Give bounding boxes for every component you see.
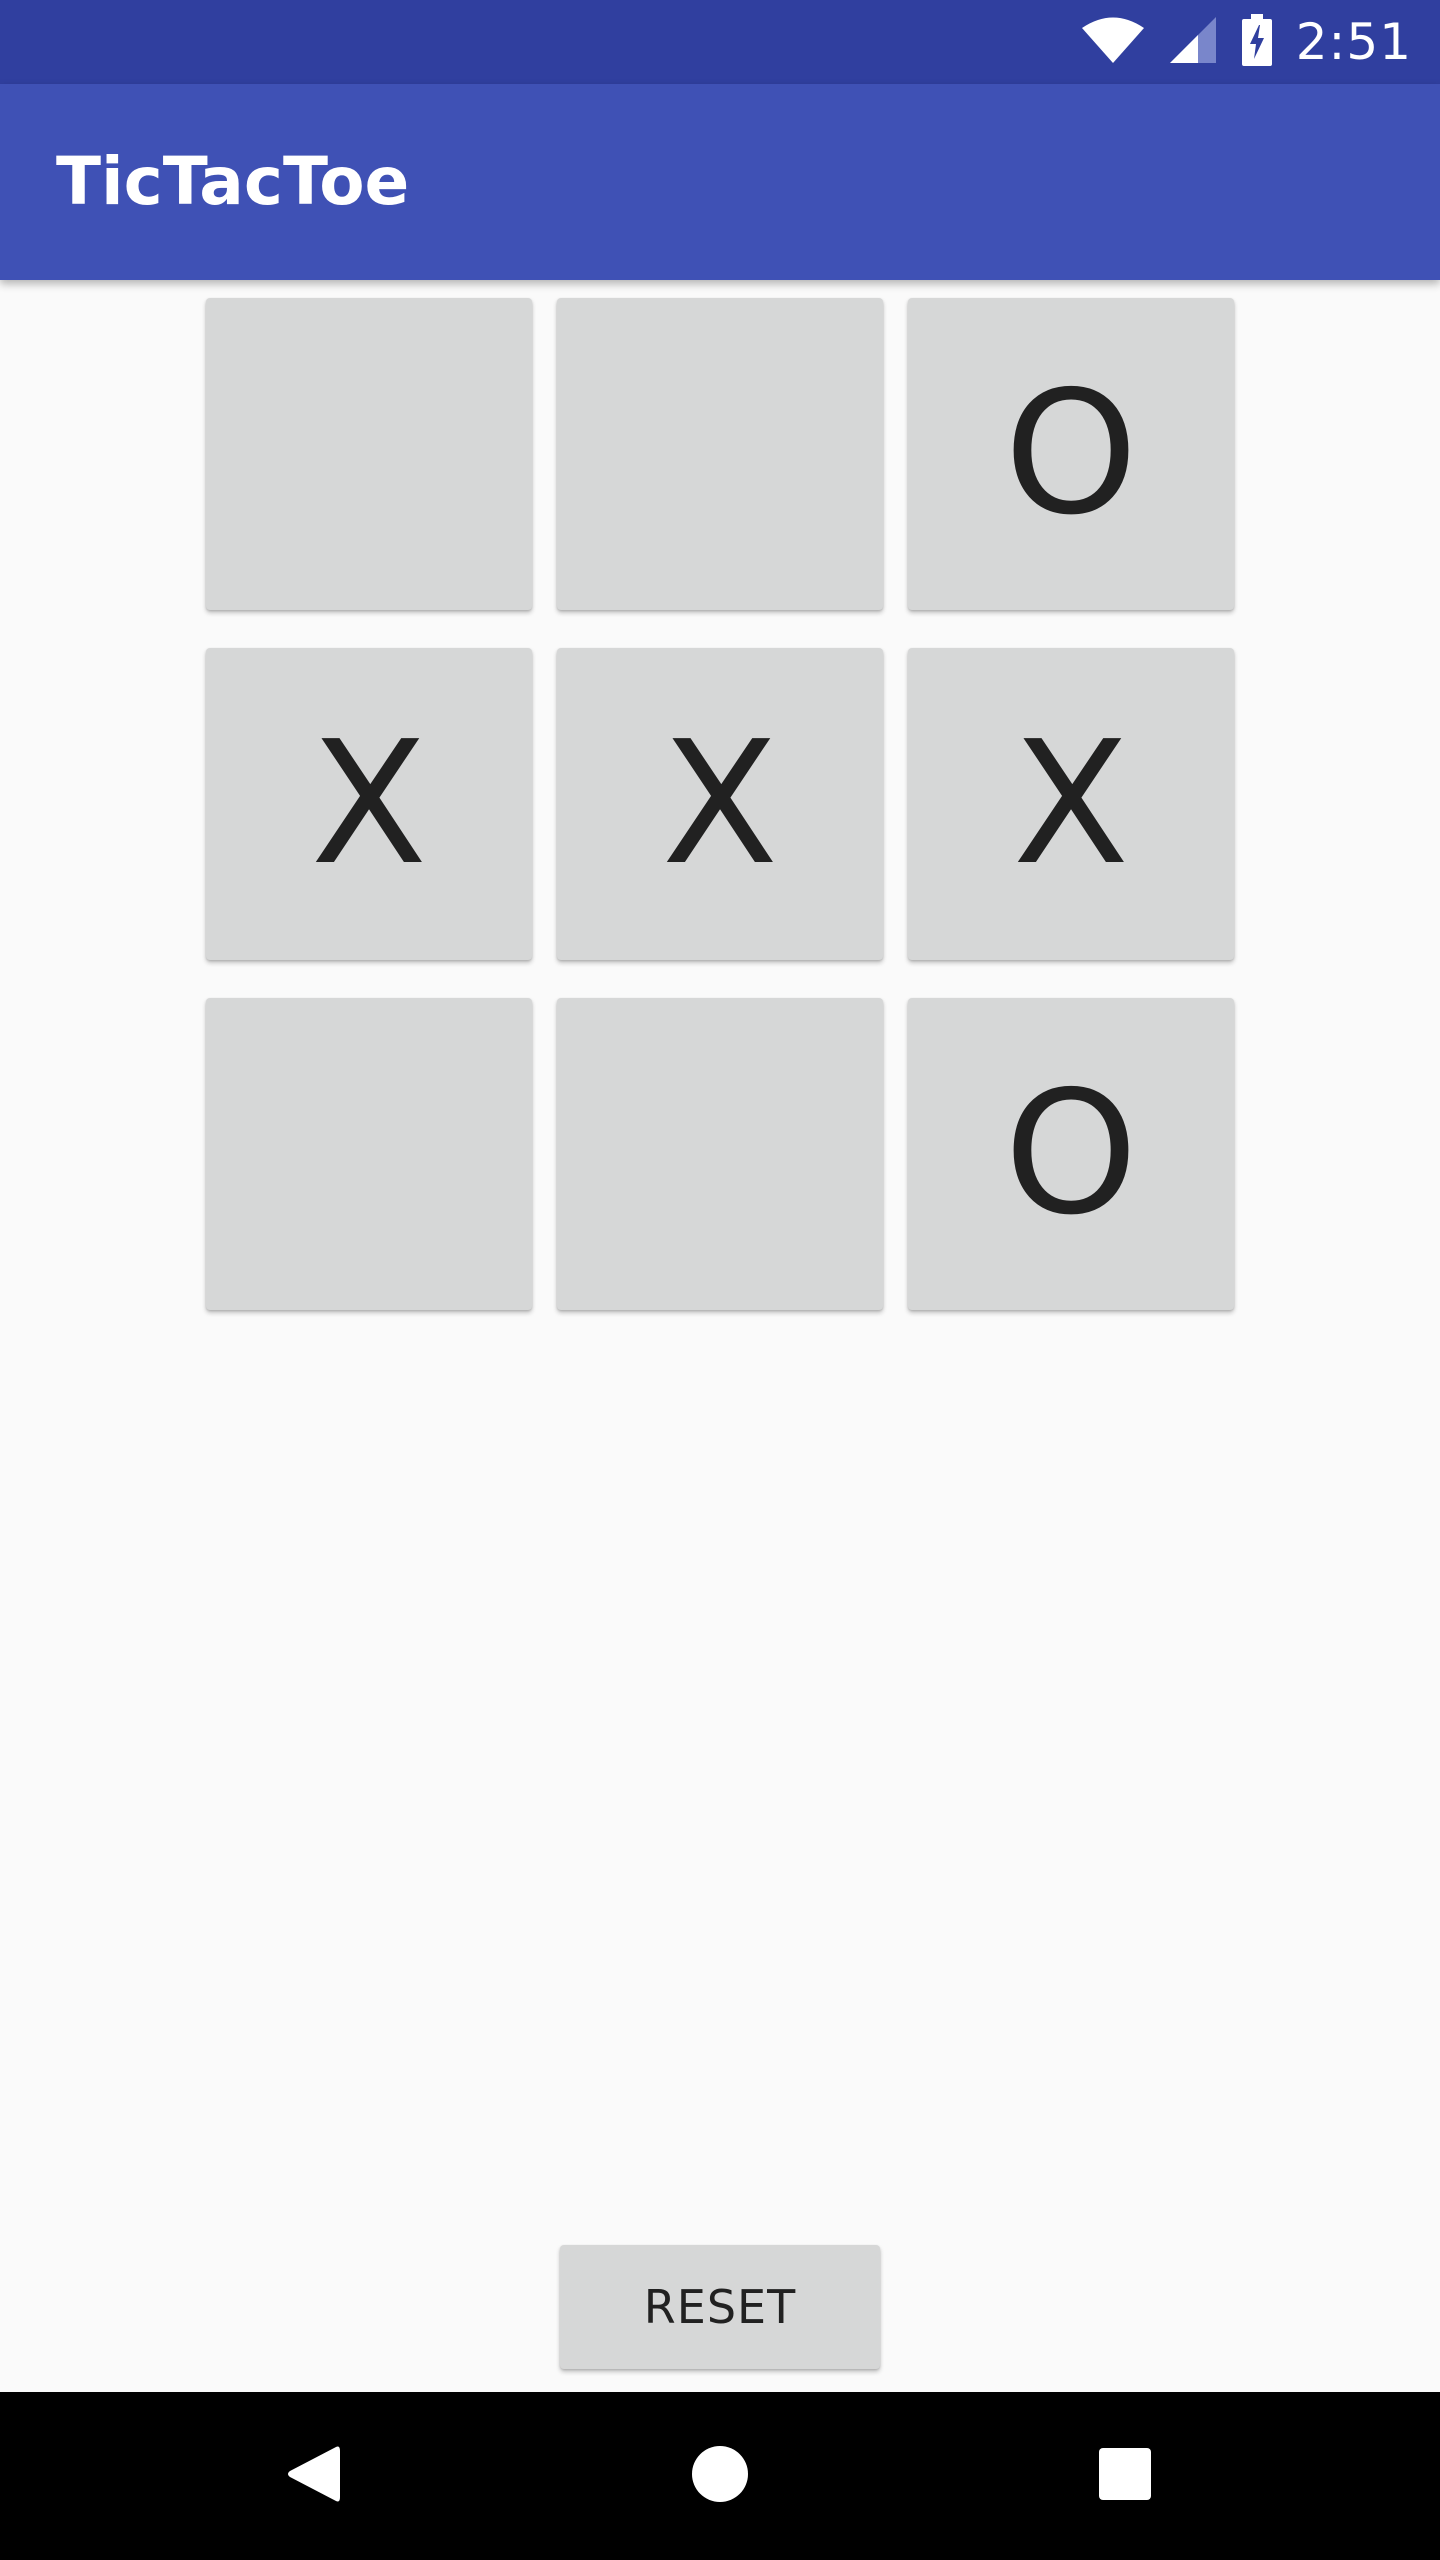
game-board: O X X X O xyxy=(206,298,1234,1310)
home-button[interactable] xyxy=(620,2392,820,2560)
status-time: 2:51 xyxy=(1295,13,1412,71)
wifi-icon xyxy=(1080,15,1146,70)
reset-button[interactable]: RESET xyxy=(560,2245,880,2369)
battery-charging-icon xyxy=(1240,13,1274,72)
recents-button[interactable] xyxy=(1025,2392,1225,2560)
board-cell-r3c2[interactable] xyxy=(557,998,883,1310)
board-cell-r2c2[interactable]: X xyxy=(557,648,883,960)
board-cell-r2c3[interactable]: X xyxy=(908,648,1234,960)
status-bar: 2:51 xyxy=(0,0,1440,84)
home-icon xyxy=(691,2445,749,2508)
board-cell-r3c3[interactable]: O xyxy=(908,998,1234,1310)
app-title: TicTacToe xyxy=(56,143,410,220)
back-icon xyxy=(284,2443,344,2510)
cell-signal-icon xyxy=(1168,15,1218,70)
board-cell-r1c2[interactable] xyxy=(557,298,883,610)
recents-icon xyxy=(1098,2447,1152,2506)
navigation-bar xyxy=(0,2392,1440,2560)
board-cell-r3c1[interactable] xyxy=(206,998,532,1310)
board-cell-r1c1[interactable] xyxy=(206,298,532,610)
board-cell-r2c1[interactable]: X xyxy=(206,648,532,960)
board-cell-r1c3[interactable]: O xyxy=(908,298,1234,610)
app-bar: TicTacToe xyxy=(0,84,1440,280)
back-button[interactable] xyxy=(214,2392,414,2560)
status-icons: 2:51 xyxy=(1080,0,1412,84)
